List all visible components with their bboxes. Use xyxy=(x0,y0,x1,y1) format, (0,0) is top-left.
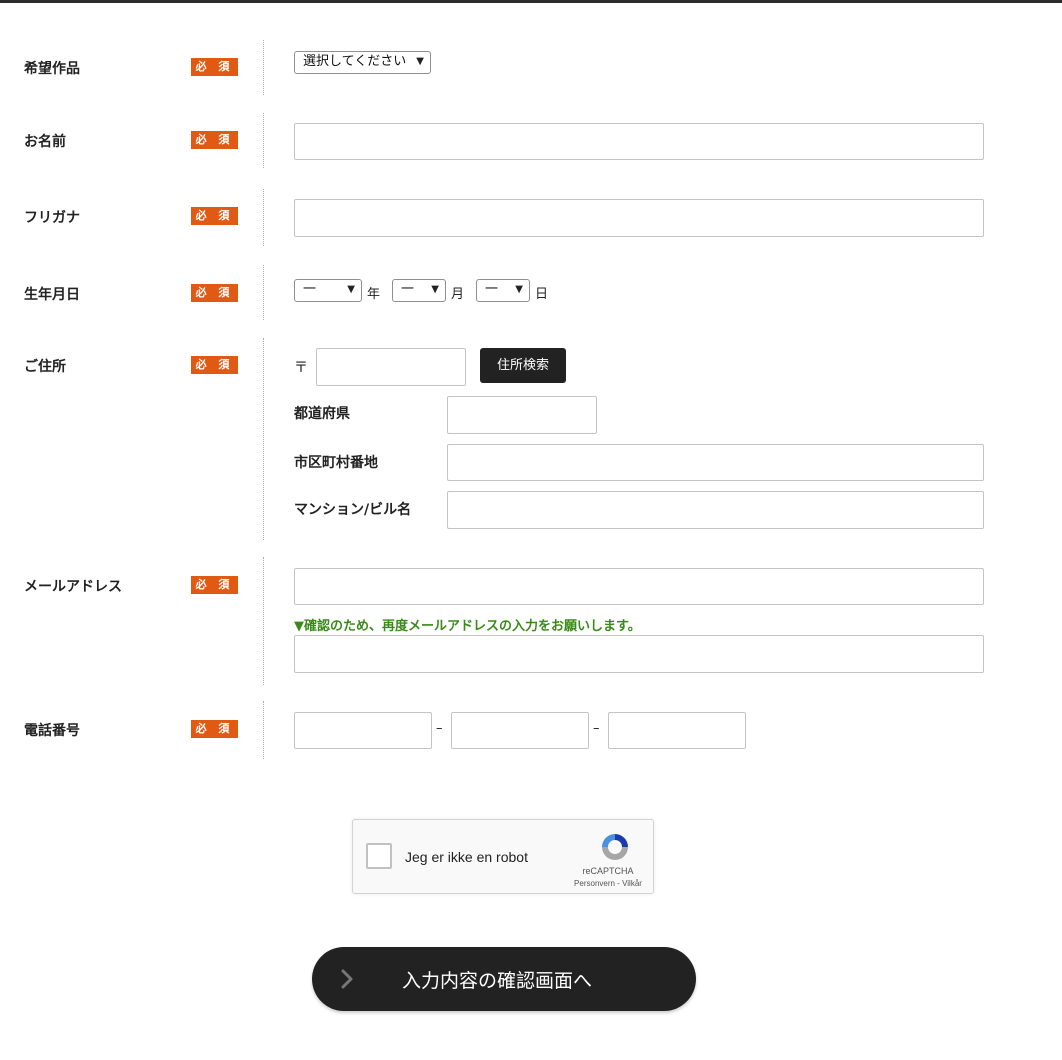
city-input[interactable] xyxy=(447,444,984,481)
divider xyxy=(263,265,264,320)
birth-month-value: 一 xyxy=(401,282,415,297)
chevron-down-icon: ▼ xyxy=(515,284,523,295)
top-border xyxy=(0,0,1062,3)
submit-label: 入力内容の確認画面へ xyxy=(402,970,593,992)
divider xyxy=(263,40,264,95)
required-badge: 必 須 xyxy=(191,356,238,374)
chevron-right-icon xyxy=(341,969,353,989)
recaptcha-checkbox[interactable] xyxy=(366,843,392,869)
birth-year-select[interactable]: 一 ▼ xyxy=(294,279,362,302)
required-badge: 必 須 xyxy=(191,284,238,302)
recaptcha-links[interactable]: Personvern - Vilkår xyxy=(567,879,649,888)
label-city: 市区町村番地 xyxy=(294,455,378,471)
postal-code-input[interactable] xyxy=(316,348,466,386)
address-search-button[interactable]: 住所検索 xyxy=(480,348,566,383)
divider xyxy=(263,557,264,685)
phone-input-1[interactable] xyxy=(294,712,432,749)
month-unit: 月 xyxy=(451,287,465,302)
required-badge: 必 須 xyxy=(191,207,238,225)
recaptcha-brand: reCAPTCHA xyxy=(582,866,634,876)
divider xyxy=(263,701,264,759)
required-badge: 必 須 xyxy=(191,131,238,149)
required-badge: 必 須 xyxy=(191,720,238,738)
label-email: メールアドレス xyxy=(24,579,122,595)
label-prefecture: 都道府県 xyxy=(294,406,350,422)
phone-input-3[interactable] xyxy=(608,712,746,749)
label-building: マンション/ビル名 xyxy=(294,502,412,518)
recaptcha-widget: Jeg er ikke en robot reCAPTCHA Personver… xyxy=(352,819,654,894)
label-work: 希望作品 xyxy=(24,61,80,77)
divider xyxy=(263,113,264,168)
recaptcha-label: Jeg er ikke en robot xyxy=(405,849,528,865)
building-input[interactable] xyxy=(447,491,984,529)
day-unit: 日 xyxy=(535,287,549,302)
phone-separator: – xyxy=(593,721,600,736)
required-badge: 必 須 xyxy=(191,58,238,76)
postal-mark: 〒 xyxy=(294,360,308,376)
label-name: お名前 xyxy=(24,134,66,150)
divider xyxy=(263,189,264,246)
birth-year-value: 一 xyxy=(303,282,317,297)
phone-input-2[interactable] xyxy=(451,712,589,749)
label-birth: 生年月日 xyxy=(24,287,80,303)
chevron-down-icon: ▼ xyxy=(347,284,355,295)
phone-separator: – xyxy=(436,721,443,736)
prefecture-input[interactable] xyxy=(447,396,597,434)
recaptcha-logo-icon xyxy=(602,834,628,860)
required-badge: 必 須 xyxy=(191,576,238,594)
divider xyxy=(263,338,264,540)
email-confirm-input[interactable] xyxy=(294,635,984,673)
work-select[interactable]: 選択してください ▼ xyxy=(294,51,431,74)
work-select-value: 選択してください xyxy=(303,54,407,69)
kana-input[interactable] xyxy=(294,199,984,237)
birth-month-select[interactable]: 一 ▼ xyxy=(392,279,446,302)
chevron-down-icon: ▼ xyxy=(431,284,439,295)
label-kana: フリガナ xyxy=(24,210,80,226)
birth-day-value: 一 xyxy=(485,282,499,297)
birth-day-select[interactable]: 一 ▼ xyxy=(476,279,530,302)
name-input[interactable] xyxy=(294,123,984,160)
label-phone: 電話番号 xyxy=(24,723,80,739)
chevron-down-icon: ▼ xyxy=(416,56,424,67)
year-unit: 年 xyxy=(367,287,381,302)
email-input[interactable] xyxy=(294,568,984,605)
label-address: ご住所 xyxy=(24,359,66,375)
submit-button[interactable]: 入力内容の確認画面へ xyxy=(312,947,696,1011)
email-confirm-note: ▼確認のため、再度メールアドレスの入力をお願いします。 xyxy=(294,619,641,634)
